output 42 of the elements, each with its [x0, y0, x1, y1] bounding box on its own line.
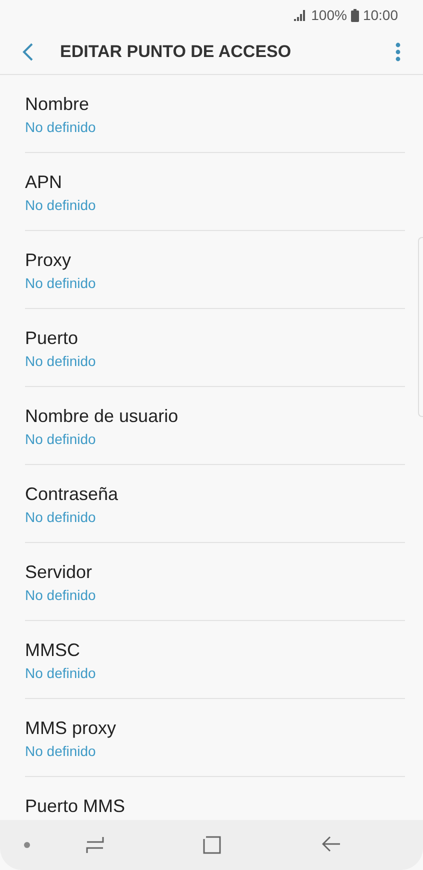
setting-label: Servidor: [25, 562, 94, 583]
setting-value: No definido: [25, 665, 97, 681]
dot-icon: [24, 842, 30, 848]
setting-label: Nombre: [25, 94, 90, 115]
setting-value: No definido: [25, 431, 97, 447]
setting-value: No definido: [25, 275, 97, 291]
setting-item[interactable]: Puerto No definido: [25, 309, 405, 387]
setting-item[interactable]: Servidor No definido: [25, 543, 405, 621]
setting-item[interactable]: MMSC No definido: [25, 621, 405, 699]
setting-item[interactable]: Nombre de usuario No definido: [25, 387, 405, 465]
signal-icon: [294, 10, 308, 20]
setting-label: MMS proxy: [25, 718, 118, 739]
home-button[interactable]: [201, 834, 223, 856]
setting-value: No definido: [25, 743, 97, 759]
setting-label: Proxy: [25, 250, 72, 271]
setting-item[interactable]: Proxy No definido: [25, 231, 405, 309]
home-icon: [203, 836, 221, 854]
battery-level: 100%: [311, 7, 347, 23]
setting-item[interactable]: Contraseña No definido: [25, 465, 405, 543]
recent-apps-icon: [86, 836, 104, 854]
battery-icon: [350, 8, 359, 22]
setting-item[interactable]: MMS proxy No definido: [25, 699, 405, 777]
setting-value: No definido: [25, 119, 97, 135]
setting-label: Contraseña: [25, 484, 120, 505]
setting-label: Puerto: [25, 328, 80, 349]
setting-label: Nombre de usuario: [25, 406, 180, 427]
setting-value: No definido: [25, 353, 97, 369]
setting-value: No definido: [25, 197, 97, 213]
screen-title: EDITAR PUNTO DE ACCESO: [60, 42, 292, 62]
setting-item[interactable]: APN No definido: [25, 153, 405, 231]
more-icon: [395, 42, 401, 62]
setting-label: Puerto MMS: [25, 796, 126, 817]
recent-apps-button[interactable]: [84, 834, 106, 856]
back-nav-button[interactable]: [320, 834, 342, 854]
setting-value: No definido: [25, 509, 97, 525]
setting-item[interactable]: Nombre No definido: [25, 75, 405, 153]
clock: 10:00: [362, 7, 398, 23]
setting-label: MMSC: [25, 640, 81, 661]
back-icon: [22, 42, 34, 62]
setting-label: APN: [25, 172, 64, 193]
setting-value: No definido: [25, 587, 97, 603]
back-arrow-icon: [322, 836, 340, 852]
